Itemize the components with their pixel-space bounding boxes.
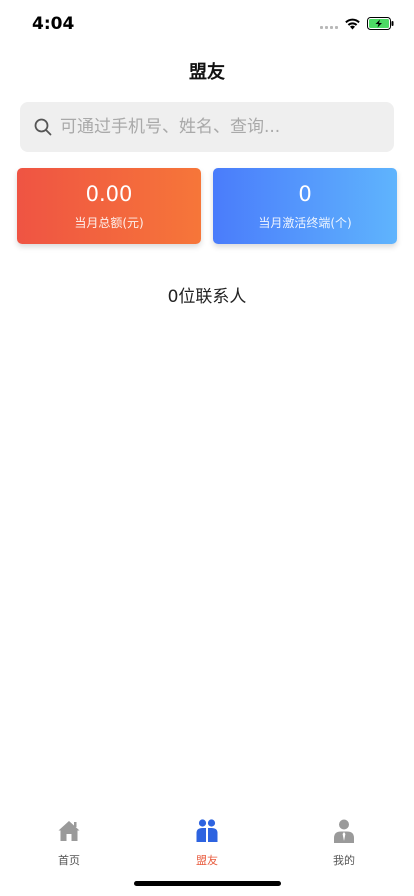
status-bar: 4:04 [0, 0, 414, 44]
page-title: 盟友 [189, 62, 225, 83]
home-icon [58, 821, 80, 841]
search-bar[interactable] [20, 102, 394, 152]
tab-mine[interactable]: 我的 [294, 818, 394, 868]
monthly-activated-value: 0 [298, 182, 312, 206]
status-icons [320, 15, 394, 31]
search-input[interactable] [60, 117, 380, 137]
signal-icon [320, 17, 338, 29]
tab-friends-label: 盟友 [196, 854, 218, 867]
home-indicator [134, 881, 281, 886]
search-icon [34, 118, 52, 136]
monthly-activated-label: 当月激活终端(个) [258, 216, 352, 230]
monthly-total-card[interactable]: 0.00 当月总额(元) [17, 168, 201, 244]
battery-charging-icon [367, 16, 394, 30]
status-time: 4:04 [32, 14, 75, 34]
tab-friends[interactable]: 盟友 [157, 818, 257, 868]
monthly-total-value: 0.00 [85, 182, 133, 206]
monthly-activated-card[interactable]: 0 当月激活终端(个) [213, 168, 397, 244]
tab-home[interactable]: 首页 [19, 818, 119, 868]
monthly-total-label: 当月总额(元) [74, 216, 144, 230]
tab-home-label: 首页 [58, 854, 80, 867]
friends-icon [196, 819, 218, 842]
wifi-icon [345, 18, 360, 29]
tab-mine-label: 我的 [333, 854, 355, 867]
person-icon [334, 819, 354, 843]
contact-count: 0位联系人 [167, 287, 247, 307]
